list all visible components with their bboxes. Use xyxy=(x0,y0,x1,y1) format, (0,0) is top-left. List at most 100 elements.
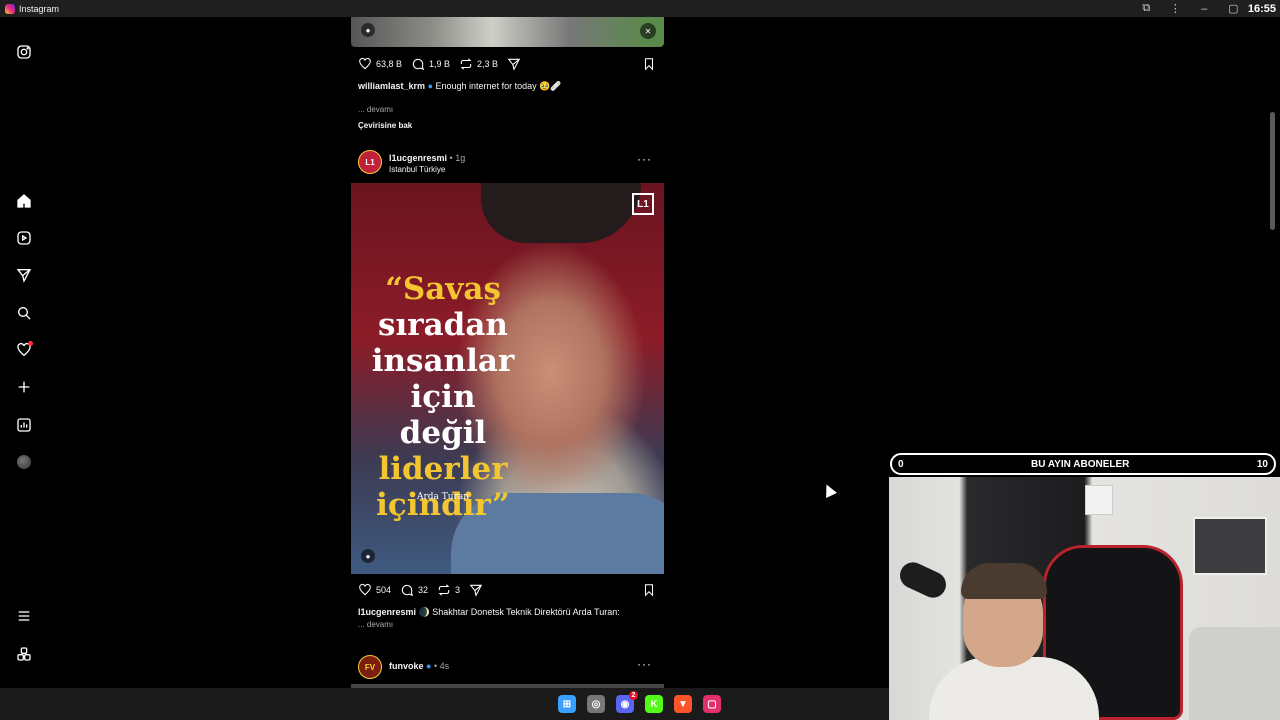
post-time: 4s xyxy=(439,661,450,671)
subs-title: BU AYIN ABONELER xyxy=(1031,458,1130,470)
messages-icon[interactable] xyxy=(14,265,34,285)
taskbar xyxy=(0,688,889,720)
post-location[interactable]: Istanbul Türkiye xyxy=(389,165,445,174)
search-icon[interactable] xyxy=(14,303,34,323)
verified-badge-icon: ● xyxy=(427,81,433,91)
instagram-taskbar-icon[interactable]: ▢ xyxy=(703,695,721,713)
microphone xyxy=(895,558,951,602)
notification-dot xyxy=(28,341,33,346)
photo-hair xyxy=(481,183,641,243)
kick-icon[interactable]: K xyxy=(645,695,663,713)
person-hair xyxy=(961,563,1047,599)
more-link[interactable]: ... devamı xyxy=(358,105,393,114)
mouse-cursor-icon xyxy=(821,482,837,498)
chrome-icon[interactable]: ◎ xyxy=(587,695,605,713)
tagged-users-icon[interactable]: ● xyxy=(361,23,375,37)
subs-right-value: 10 xyxy=(1256,458,1268,470)
sidebar-nav xyxy=(0,17,48,687)
heart-icon xyxy=(359,57,371,70)
share-button[interactable] xyxy=(507,57,521,71)
post-avatar[interactable]: L1 xyxy=(358,150,382,174)
instagram-app-icon xyxy=(5,3,15,14)
quote-line: insanlar xyxy=(371,343,515,379)
more-options-icon[interactable]: ⋮ xyxy=(1161,2,1190,15)
more-link[interactable]: ... devamı xyxy=(358,620,393,629)
comment-count: 1,9 B xyxy=(429,59,451,69)
comment-button[interactable]: 1,9 B xyxy=(411,57,450,71)
repost-button[interactable]: 2,3 B xyxy=(459,57,498,71)
titlebar-controls: ⧉ ⋮ – ▢ 16:55 xyxy=(1132,0,1280,17)
caption-text: Shakhtar Donetsk Teknik Direktörü Arda T… xyxy=(432,607,620,617)
notifications-icon[interactable] xyxy=(14,340,34,360)
translate-link[interactable]: Çevirisine bak xyxy=(358,121,412,130)
repost-count: 2,3 B xyxy=(477,59,499,69)
caption-text: Enough internet for today 🥹🩹 xyxy=(435,81,562,91)
extensions-icon[interactable]: ⧉ xyxy=(1132,2,1161,15)
post-caption: williamlast_krm ● Enough internet for to… xyxy=(358,81,658,92)
caption-username[interactable]: l1ucgenresmi xyxy=(358,607,416,617)
post-username[interactable]: l1ucgenresmi xyxy=(389,153,447,163)
bookmark-icon xyxy=(644,584,654,597)
webcam-feed xyxy=(889,477,1280,720)
taskbar-badge: 2 xyxy=(629,691,638,700)
repost-button[interactable]: 3 xyxy=(437,583,460,597)
post-actions: 504 32 3 xyxy=(358,581,656,599)
post-avatar[interactable]: FV xyxy=(358,655,382,679)
profile-avatar[interactable] xyxy=(14,452,34,472)
couch xyxy=(1189,627,1280,720)
wall-picture xyxy=(1193,517,1267,575)
brave-icon[interactable]: ▼ xyxy=(674,695,692,713)
like-count: 63,8 B xyxy=(376,59,403,69)
share-button[interactable] xyxy=(469,583,483,597)
repost-icon xyxy=(438,584,450,596)
like-button[interactable]: 63,8 B xyxy=(358,57,402,71)
subscriber-goal-bar: 0 BU AYIN ABONELER 10 xyxy=(890,453,1276,475)
clock: 16:55 xyxy=(1247,2,1276,15)
more-options-icon[interactable]: ··· xyxy=(637,657,652,671)
brand-logo: L1 xyxy=(632,193,654,215)
home-icon[interactable] xyxy=(14,191,34,211)
instagram-logo-icon[interactable] xyxy=(14,42,34,62)
more-options-icon[interactable]: ··· xyxy=(637,152,652,166)
post-header: L1 l1ucgenresmi • 1g Istanbul Türkiye ··… xyxy=(358,150,656,178)
post-header: FV funvoke ● • 4s ··· xyxy=(358,655,656,683)
heart-icon xyxy=(359,583,371,596)
comment-button[interactable]: 32 xyxy=(400,583,428,597)
verified-badge-icon: ● xyxy=(426,661,432,671)
share-icon xyxy=(507,58,521,71)
save-button[interactable] xyxy=(642,57,656,73)
also-from-meta-icon[interactable] xyxy=(14,644,34,664)
comment-count: 32 xyxy=(418,585,429,595)
maximize-button[interactable]: ▢ xyxy=(1219,2,1248,15)
like-count: 504 xyxy=(376,585,392,595)
post-video[interactable]: ● ✕ xyxy=(351,17,664,47)
air-conditioner xyxy=(1085,485,1113,515)
post-caption: l1ucgenresmi 🌒 Shakhtar Donetsk Teknik D… xyxy=(358,607,658,618)
quote-text: “Savaş sıradan insanlar için değil lider… xyxy=(363,271,523,523)
reels-icon[interactable] xyxy=(14,228,34,248)
minimize-button[interactable]: – xyxy=(1190,3,1219,15)
discord-icon[interactable]: ◉ 2 xyxy=(616,691,638,713)
scrollbar-thumb[interactable] xyxy=(1270,112,1275,230)
quote-line: liderler xyxy=(378,451,508,487)
tagged-users-icon[interactable]: ● xyxy=(361,549,375,563)
caption-username[interactable]: williamlast_krm xyxy=(358,81,425,91)
window-title: Instagram xyxy=(19,3,60,14)
windows-start-icon[interactable]: ⊞ xyxy=(558,695,576,713)
save-button[interactable] xyxy=(642,583,656,599)
repost-count: 3 xyxy=(455,585,461,595)
quote-line: için değil xyxy=(399,379,487,451)
bookmark-icon xyxy=(644,58,654,71)
repost-icon xyxy=(460,58,472,70)
menu-icon[interactable] xyxy=(14,606,34,626)
caption-emoji: 🌒 xyxy=(418,607,430,617)
mute-icon[interactable]: ✕ xyxy=(640,23,656,39)
like-button[interactable]: 504 xyxy=(358,583,391,597)
quote-line: “Savaş xyxy=(385,271,501,307)
window-titlebar: Instagram ⧉ ⋮ – ▢ 16:55 xyxy=(0,0,1280,17)
subs-left-value: 0 xyxy=(898,458,904,470)
post-image[interactable]: L1 “Savaş sıradan insanlar için değil li… xyxy=(351,183,664,574)
create-icon[interactable] xyxy=(14,377,34,397)
post-username[interactable]: funvoke xyxy=(389,661,424,671)
insights-icon[interactable] xyxy=(14,415,34,435)
